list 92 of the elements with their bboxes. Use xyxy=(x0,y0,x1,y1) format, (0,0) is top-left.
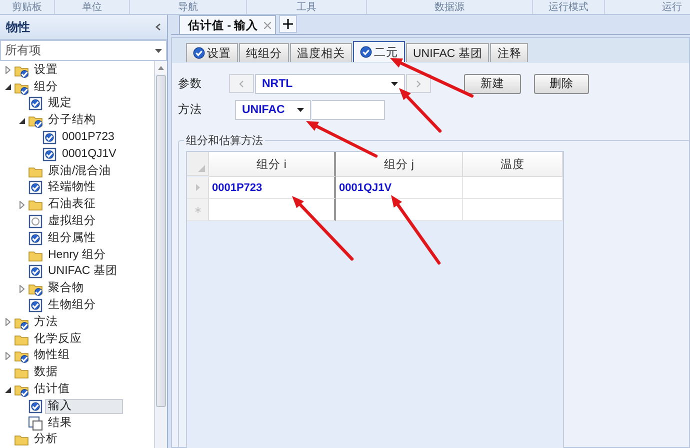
left-chevron-icon xyxy=(239,80,244,88)
action-button[interactable]: 删除 xyxy=(534,74,589,94)
tree-item[interactable]: 0001P723 xyxy=(59,130,118,146)
tab[interactable]: 温度相关 xyxy=(290,43,352,62)
tree-item[interactable]: 石油表征 xyxy=(45,197,99,212)
empty-form-icon xyxy=(28,214,43,230)
annotation-arrow xyxy=(292,196,354,261)
tree-item[interactable]: 原油/混合油 xyxy=(45,164,114,179)
scroll-up-arrow-icon[interactable] xyxy=(158,66,164,70)
dropdown-arrow-icon xyxy=(391,82,398,86)
close-icon[interactable] xyxy=(264,22,272,28)
tree-item[interactable]: 组分属性 xyxy=(45,230,99,246)
tree-item[interactable]: 分子结构 xyxy=(45,113,99,128)
tree-item[interactable]: 分析 xyxy=(31,432,61,448)
right-chevron-icon xyxy=(416,80,421,88)
table-cell[interactable]: 0001QJ1V xyxy=(336,177,463,199)
filter-dropdown[interactable]: 所有项 xyxy=(0,40,167,61)
expanded-arrow-icon[interactable] xyxy=(4,386,12,394)
tree-item[interactable]: 化学反应 xyxy=(31,332,85,347)
checked-form-icon xyxy=(28,298,43,314)
collapsed-arrow-icon[interactable] xyxy=(18,284,26,293)
row-pointer-icon xyxy=(196,184,200,191)
tree-item[interactable]: 结果 xyxy=(45,416,75,431)
column-header[interactable]: 温度 xyxy=(463,152,563,177)
checked-form-icon xyxy=(28,96,43,112)
plus-icon xyxy=(283,19,294,29)
method-dropdown[interactable]: UNIFAC xyxy=(235,100,311,120)
tree-item[interactable]: 0001QJ1V xyxy=(59,146,120,162)
annotation-arrow xyxy=(306,121,378,158)
result-form-icon xyxy=(28,416,43,431)
tree-item[interactable]: 规定 xyxy=(45,96,75,112)
collapsed-arrow-icon[interactable] xyxy=(18,200,26,209)
tree-item[interactable]: 虚拟组分 xyxy=(45,214,99,230)
ribbon-group-label: 工具 xyxy=(296,1,316,14)
ribbon-group-label: 单位 xyxy=(82,0,102,14)
collapse-chevron-icon[interactable] xyxy=(155,23,161,31)
checked-form-icon xyxy=(28,230,43,246)
tree-item[interactable]: 数据 xyxy=(31,365,61,380)
ribbon-group-label: 数据源 xyxy=(434,1,464,14)
field-label: 方法 xyxy=(178,102,203,117)
table-cell[interactable] xyxy=(209,199,336,221)
column-header[interactable]: 组分 i xyxy=(209,152,336,177)
corner-triangle-icon xyxy=(198,165,205,172)
document-tab[interactable]: 估计值 - 输入 xyxy=(179,15,276,34)
tab[interactable]: 设置 xyxy=(186,43,238,62)
tree-item[interactable]: Henry 组分 xyxy=(45,248,109,263)
checked-form-icon xyxy=(28,264,43,280)
checked-form-icon xyxy=(42,146,57,162)
ribbon-group-label: 导航 xyxy=(178,0,198,14)
next-button[interactable] xyxy=(406,74,431,93)
group-title: 组分和估算方法 xyxy=(185,134,264,148)
annotation-arrow xyxy=(391,195,441,265)
tab[interactable]: 二元 xyxy=(353,41,405,62)
tree-item[interactable]: 估计值 xyxy=(31,382,73,398)
scrollbar-thumb[interactable] xyxy=(156,75,166,407)
tab[interactable]: UNIFAC 基团 xyxy=(406,43,490,62)
check-circle-icon xyxy=(360,46,372,58)
collapsed-arrow-icon[interactable] xyxy=(4,66,12,74)
sidebar-title: 物性 xyxy=(6,18,30,36)
check-circle-icon xyxy=(193,47,205,59)
tree-item[interactable]: 聚合物 xyxy=(45,281,87,296)
collapsed-arrow-icon[interactable] xyxy=(4,318,12,326)
checked-form-icon xyxy=(28,180,43,196)
checked-form-icon xyxy=(28,398,43,414)
checked-form-icon xyxy=(42,130,57,146)
ribbon-group-label: 运行模式 xyxy=(548,0,588,14)
new-row-asterisk-icon xyxy=(194,206,200,212)
ribbon-group-label: 运行 xyxy=(662,0,682,14)
dropdown-arrow-icon xyxy=(297,108,304,112)
tree-item[interactable]: UNIFAC 基团 xyxy=(45,264,120,280)
tab[interactable]: 纯组分 xyxy=(239,43,289,62)
field-label: 参数 xyxy=(178,76,203,91)
tab[interactable]: 注释 xyxy=(490,43,528,62)
column-header[interactable]: 组分 j xyxy=(336,152,463,177)
table-cell[interactable]: 0001P723 xyxy=(209,177,336,199)
dropdown-arrow-icon xyxy=(155,48,162,52)
expanded-arrow-icon[interactable] xyxy=(18,116,26,125)
tree-item[interactable]: 轻端物性 xyxy=(45,180,99,196)
tree-item[interactable]: 输入 xyxy=(45,398,123,414)
expanded-arrow-icon[interactable] xyxy=(4,83,12,92)
tree-item[interactable]: 设置 xyxy=(31,62,61,78)
parameter-dropdown[interactable]: NRTL xyxy=(255,74,405,94)
tree-item[interactable]: 生物组分 xyxy=(45,298,99,314)
ribbon-group-label: 剪贴板 xyxy=(12,0,42,14)
scrollbar[interactable] xyxy=(154,61,167,448)
tree-item[interactable]: 方法 xyxy=(31,314,61,330)
text-field[interactable] xyxy=(312,100,385,120)
collapsed-arrow-icon[interactable] xyxy=(4,352,12,360)
action-button[interactable]: 新建 xyxy=(464,74,521,94)
new-tab-button[interactable] xyxy=(279,15,298,33)
tree-item[interactable]: 组分 xyxy=(31,80,61,95)
tree-item[interactable]: 物性组 xyxy=(31,348,73,364)
